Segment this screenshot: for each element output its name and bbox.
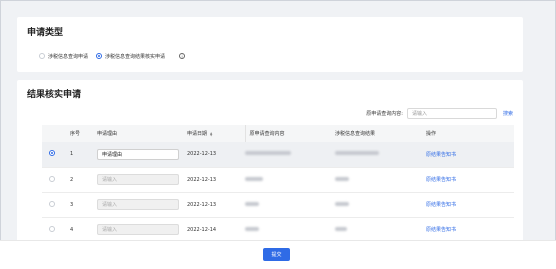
- query-bar: 原申请查询内容: 请输入 搜索: [366, 108, 513, 119]
- row-no: 3: [70, 192, 97, 218]
- header-date[interactable]: 申请日期 ▲ ▼: [187, 125, 245, 142]
- row-select-radio[interactable]: [49, 175, 55, 182]
- row-select-radio[interactable]: [49, 200, 55, 207]
- header-no: 序号: [70, 125, 97, 142]
- header-select: [42, 125, 70, 142]
- info-icon[interactable]: i: [179, 53, 186, 59]
- option-verify-apply-label: 涉税信息查询结果核实申请: [105, 53, 166, 60]
- row-result-redacted: [335, 142, 426, 168]
- option-query-apply-label: 涉税信息查询申请: [48, 53, 89, 60]
- reason-input[interactable]: 请输入: [97, 199, 179, 210]
- original-notice-link[interactable]: 原结果告知书: [426, 152, 456, 158]
- result-table: 序号 申请理由 申请日期 ▲ ▼ 原申请查询内容 涉税信息查询结果 操作 1 申请理…: [42, 125, 514, 243]
- row-date: 2022-12-14: [187, 217, 245, 243]
- header-op: 操作: [426, 125, 514, 142]
- row-result-redacted: [335, 167, 426, 193]
- row-date: 2022-12-13: [187, 167, 245, 193]
- row-result-redacted: [335, 192, 426, 218]
- search-button[interactable]: 搜索: [503, 110, 513, 117]
- row-content-redacted: [245, 167, 335, 193]
- radio-verify-apply[interactable]: [96, 53, 103, 59]
- row-date: 2022-12-13: [187, 192, 245, 218]
- row-no: 4: [70, 217, 97, 243]
- original-notice-link[interactable]: 原结果告知书: [426, 227, 456, 233]
- query-label: 原申请查询内容:: [366, 111, 403, 117]
- header-date-label: 申请日期: [187, 131, 208, 137]
- verify-card: 结果核实申请 原申请查询内容: 请输入 搜索 序号 申请理由 申请日期 ▲ ▼ 原申…: [17, 80, 523, 245]
- apply-type-title: 申请类型: [27, 28, 64, 38]
- row-content-redacted: [245, 142, 335, 168]
- sort-icon[interactable]: ▲ ▼: [210, 131, 212, 136]
- row-no: 1: [70, 142, 97, 168]
- row-result-redacted: [335, 217, 426, 243]
- submit-button[interactable]: 提交: [263, 248, 290, 261]
- table-header-row: 序号 申请理由 申请日期 ▲ ▼ 原申请查询内容 涉税信息查询结果 操作: [42, 125, 514, 142]
- row-no: 2: [70, 167, 97, 193]
- table-row[interactable]: 1 申请理由 2022-12-13 原结果告知书: [42, 142, 514, 168]
- table-row[interactable]: 2 请输入 2022-12-13 原结果告知书: [42, 167, 514, 193]
- table-row[interactable]: 4 请输入 2022-12-14 原结果告知书: [42, 217, 514, 243]
- header-result: 涉税信息查询结果: [335, 125, 426, 142]
- original-notice-link[interactable]: 原结果告知书: [426, 177, 456, 183]
- original-notice-link[interactable]: 原结果告知书: [426, 202, 456, 208]
- option-verify-apply[interactable]: 涉税信息查询结果核实申请: [96, 53, 165, 60]
- option-query-apply[interactable]: 涉税信息查询申请: [39, 53, 88, 60]
- verify-title: 结果核实申请: [27, 90, 82, 100]
- table-row[interactable]: 3 请输入 2022-12-13 原结果告知书: [42, 192, 514, 218]
- reason-input[interactable]: 请输入: [97, 224, 179, 235]
- row-date: 2022-12-13: [187, 142, 245, 168]
- footer-bar: 提交: [0, 240, 556, 269]
- apply-type-card: 申请类型 涉税信息查询申请 涉税信息查询结果核实申请 i: [17, 17, 523, 72]
- header-reason: 申请理由: [97, 125, 187, 142]
- radio-query-apply[interactable]: [39, 53, 45, 59]
- row-content-redacted: [245, 217, 335, 243]
- row-select-radio[interactable]: [49, 225, 55, 232]
- header-content: 原申请查询内容: [244, 125, 335, 142]
- row-content-redacted: [245, 192, 335, 218]
- row-select-radio[interactable]: [49, 150, 55, 157]
- query-input[interactable]: 请输入: [406, 108, 497, 119]
- apply-type-radio-group: 涉税信息查询申请 涉税信息查询结果核实申请 i: [39, 51, 186, 61]
- reason-input[interactable]: 请输入: [97, 174, 179, 185]
- reason-input[interactable]: 申请理由: [97, 148, 179, 160]
